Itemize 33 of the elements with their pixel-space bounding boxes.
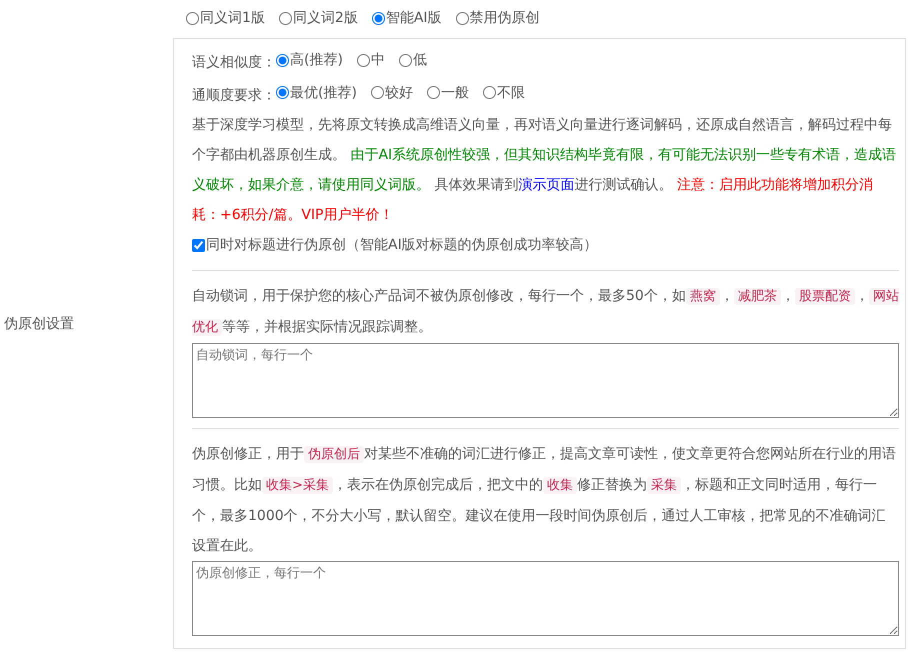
radio-button[interactable] [456,12,469,25]
description-text: 基于深度学习模型，先将原文转换成高维语义向量，再对语义向量进行逐词解码，还原成自然语言，解码过程中每个字都由机器原创生成。 由于AI系统原创性较强，但其知识结构毕竟有限，有可能无法识别一些专有术语，造成语义破坏，如果介意，请使用同义词版。 具体效果请到演示页面进行测试确认。 注意：启用此功能将增加积分消耗：+6积分/篇。VIP用户半价！ [192,116,898,225]
radio-label[interactable]: 最优(推荐) [290,78,357,108]
correction-hint: 伪原创修正，用于 伪原创后 对某些不准确的词汇进行修正，提高文章可读性，使文章更符合您网站所在行业的用语习惯。比如 收集>采集 ，表示在伪原创完成后，把文中的 收集 修正替换为 采集 ，标题和正文同时适用，每行一个，最多1000个，不分大小写，默认留空。建议在使用一段时间伪原创后，通过人工审核，把常见的不准确词汇设置在此。 [192,445,897,556]
correction-field[interactable]: 伪原创修正，每行一个 [192,561,899,636]
radio-label[interactable]: 一般 [440,78,469,108]
radio-label[interactable]: 不限 [496,78,525,108]
field-label: 通顺度要求： [192,87,276,103]
field-label: 语义相似度： [192,54,276,70]
radio-button[interactable] [426,86,440,99]
radio-button[interactable] [370,86,384,99]
radio-button[interactable] [186,12,199,25]
radio-label[interactable]: 中 [370,45,385,75]
radio-label[interactable]: 较好 [384,78,413,108]
checkbox-label: 同时对标题进行伪原创（智能AI版对标题的伪原创成功率较高） [206,236,598,255]
radio-button[interactable] [276,86,289,99]
radio-button[interactable] [372,12,385,25]
radio-label[interactable]: 低 [412,45,427,75]
lock-words-field[interactable]: 自动锁词，每行一个 [192,343,899,418]
radio-label[interactable]: 同义词1版 [200,8,265,29]
radio-button[interactable] [278,12,292,25]
title-checkbox[interactable] [192,238,205,252]
lock-words-hint: 自动锁词，用于保护您的核心产品词不被伪原创修改，每行一个，最多50个，如 燕窝 ， 减肥茶 ， 股票配资 ， 网站优化 等等，并根据实际情况跟踪调整。 [192,287,899,338]
section-label: 伪原创设置 [4,315,74,334]
radio-label[interactable]: 禁用伪原创 [470,8,540,29]
radio-label[interactable]: 同义词2版 [292,8,358,29]
radio-button[interactable] [398,54,412,66]
radio-button[interactable] [276,54,289,66]
radio-button[interactable] [356,54,370,66]
radio-button[interactable] [482,86,496,99]
radio-label[interactable]: 高(推荐) [290,45,343,75]
radio-label[interactable]: 智能AI版 [386,8,442,29]
demo-link[interactable]: 演示页面 [518,177,574,193]
